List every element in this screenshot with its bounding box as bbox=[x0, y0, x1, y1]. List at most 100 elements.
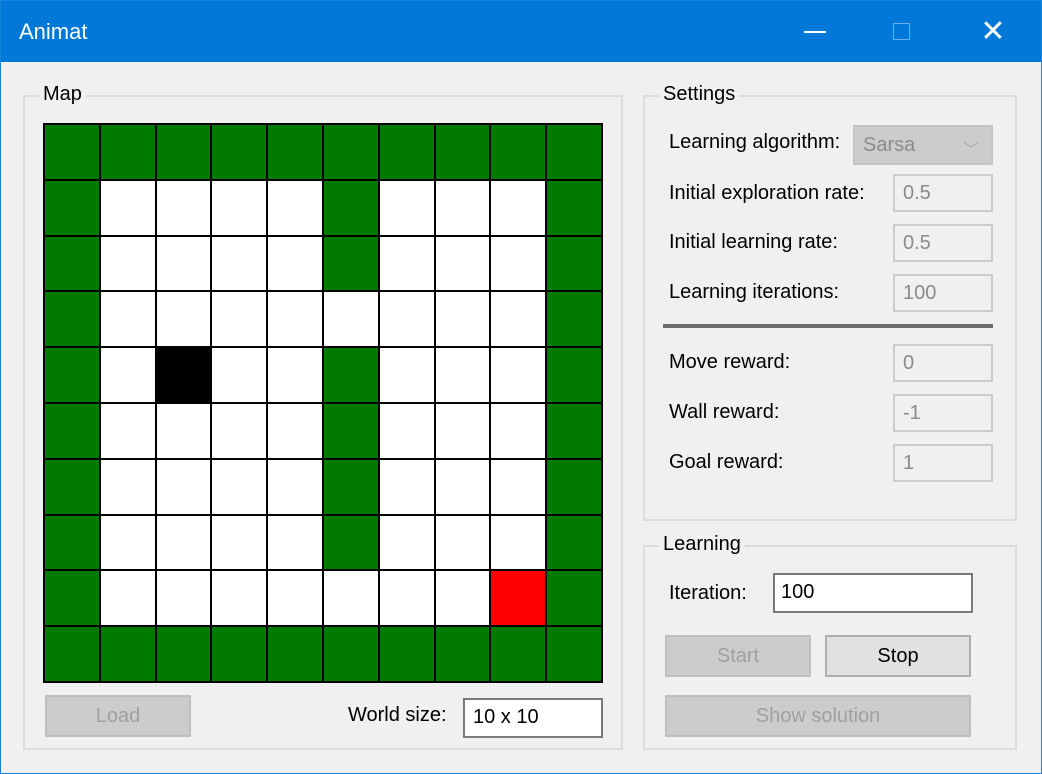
map-cell-wall[interactable] bbox=[212, 627, 267, 681]
map-cell-empty[interactable] bbox=[268, 571, 322, 626]
map-cell-wall[interactable] bbox=[435, 627, 490, 681]
map-cell-wall[interactable] bbox=[547, 292, 601, 347]
map-cell-wall[interactable] bbox=[323, 236, 378, 291]
map-cell-wall[interactable] bbox=[323, 403, 378, 458]
map-cell-empty[interactable] bbox=[212, 180, 267, 235]
map-cell-wall[interactable] bbox=[547, 627, 601, 681]
map-cell-empty[interactable] bbox=[100, 403, 155, 458]
map-cell-empty[interactable] bbox=[435, 403, 490, 458]
map-cell-empty[interactable] bbox=[491, 403, 546, 458]
map-cell-empty[interactable] bbox=[100, 236, 155, 291]
map-cell-empty[interactable] bbox=[156, 292, 211, 347]
map-cell-empty[interactable] bbox=[100, 180, 155, 235]
map-cell-empty[interactable] bbox=[212, 459, 267, 514]
map-cell-wall[interactable] bbox=[45, 236, 99, 291]
map-cell-wall[interactable] bbox=[45, 403, 99, 458]
map-cell-empty[interactable] bbox=[323, 571, 378, 626]
map-cell-empty[interactable] bbox=[268, 348, 322, 402]
initial-learning-rate-field[interactable]: 0.5 bbox=[893, 224, 993, 262]
map-cell-empty[interactable] bbox=[491, 236, 546, 291]
map-cell-wall[interactable] bbox=[268, 627, 322, 681]
map-cell-empty[interactable] bbox=[100, 515, 155, 570]
map-cell-empty[interactable] bbox=[435, 459, 490, 514]
map-cell-wall[interactable] bbox=[547, 459, 601, 514]
map-cell-empty[interactable] bbox=[435, 292, 490, 347]
map-cell-wall[interactable] bbox=[379, 627, 434, 681]
map-cell-empty[interactable] bbox=[156, 180, 211, 235]
map-cell-wall[interactable] bbox=[323, 180, 378, 235]
map-cell-wall[interactable] bbox=[100, 125, 155, 179]
map-cell-wall[interactable] bbox=[45, 180, 99, 235]
map-cell-wall[interactable] bbox=[323, 125, 378, 179]
map-cell-wall[interactable] bbox=[45, 125, 99, 179]
map-cell-empty[interactable] bbox=[491, 459, 546, 514]
map-cell-empty[interactable] bbox=[379, 180, 434, 235]
map-cell-agent[interactable] bbox=[156, 348, 211, 402]
map-cell-goal[interactable] bbox=[491, 571, 546, 626]
stop-button[interactable]: Stop bbox=[825, 635, 971, 677]
map-cell-empty[interactable] bbox=[435, 571, 490, 626]
map-cell-empty[interactable] bbox=[379, 348, 434, 402]
map-cell-empty[interactable] bbox=[156, 236, 211, 291]
map-cell-wall[interactable] bbox=[491, 125, 546, 179]
map-cell-wall[interactable] bbox=[547, 348, 601, 402]
iteration-field[interactable]: 100 bbox=[773, 573, 973, 613]
map-cell-empty[interactable] bbox=[435, 515, 490, 570]
map-cell-empty[interactable] bbox=[379, 292, 434, 347]
map-cell-empty[interactable] bbox=[100, 459, 155, 514]
map-cell-empty[interactable] bbox=[212, 348, 267, 402]
load-button[interactable]: Load bbox=[45, 695, 191, 737]
map-cell-wall[interactable] bbox=[547, 180, 601, 235]
map-cell-wall[interactable] bbox=[45, 571, 99, 626]
title-bar[interactable]: Animat ✕ bbox=[1, 1, 1041, 62]
map-cell-wall[interactable] bbox=[547, 236, 601, 291]
map-cell-empty[interactable] bbox=[379, 403, 434, 458]
map-cell-wall[interactable] bbox=[547, 403, 601, 458]
learning-iterations-field[interactable]: 100 bbox=[893, 274, 993, 312]
goal-reward-field[interactable]: 1 bbox=[893, 444, 993, 482]
map-cell-wall[interactable] bbox=[547, 515, 601, 570]
map-cell-empty[interactable] bbox=[491, 515, 546, 570]
map-cell-empty[interactable] bbox=[379, 459, 434, 514]
map-cell-empty[interactable] bbox=[212, 515, 267, 570]
map-grid[interactable] bbox=[43, 123, 603, 683]
start-button[interactable]: Start bbox=[665, 635, 811, 677]
learning-algorithm-select[interactable]: Sarsa ﹀ bbox=[853, 125, 993, 165]
map-cell-empty[interactable] bbox=[100, 292, 155, 347]
map-cell-wall[interactable] bbox=[547, 571, 601, 626]
map-cell-wall[interactable] bbox=[156, 125, 211, 179]
maximize-button[interactable] bbox=[855, 1, 947, 62]
map-cell-wall[interactable] bbox=[212, 125, 267, 179]
map-cell-empty[interactable] bbox=[379, 571, 434, 626]
map-cell-empty[interactable] bbox=[379, 515, 434, 570]
map-cell-empty[interactable] bbox=[100, 571, 155, 626]
map-cell-empty[interactable] bbox=[379, 236, 434, 291]
map-cell-empty[interactable] bbox=[268, 459, 322, 514]
map-cell-wall[interactable] bbox=[323, 459, 378, 514]
map-cell-wall[interactable] bbox=[100, 627, 155, 681]
map-cell-empty[interactable] bbox=[156, 515, 211, 570]
wall-reward-field[interactable]: -1 bbox=[893, 394, 993, 432]
map-cell-wall[interactable] bbox=[268, 125, 322, 179]
world-size-field[interactable]: 10 x 10 bbox=[463, 698, 603, 738]
map-cell-wall[interactable] bbox=[323, 348, 378, 402]
map-cell-wall[interactable] bbox=[435, 125, 490, 179]
map-cell-empty[interactable] bbox=[156, 459, 211, 514]
map-cell-wall[interactable] bbox=[379, 125, 434, 179]
map-cell-wall[interactable] bbox=[45, 348, 99, 402]
initial-exploration-rate-field[interactable]: 0.5 bbox=[893, 174, 993, 212]
map-cell-empty[interactable] bbox=[268, 515, 322, 570]
map-cell-empty[interactable] bbox=[435, 348, 490, 402]
map-cell-empty[interactable] bbox=[212, 403, 267, 458]
map-cell-empty[interactable] bbox=[156, 403, 211, 458]
show-solution-button[interactable]: Show solution bbox=[665, 695, 971, 737]
move-reward-field[interactable]: 0 bbox=[893, 344, 993, 382]
map-cell-wall[interactable] bbox=[491, 627, 546, 681]
map-cell-wall[interactable] bbox=[45, 627, 99, 681]
map-cell-wall[interactable] bbox=[323, 627, 378, 681]
map-cell-empty[interactable] bbox=[323, 292, 378, 347]
map-cell-empty[interactable] bbox=[100, 348, 155, 402]
map-cell-empty[interactable] bbox=[212, 292, 267, 347]
map-cell-wall[interactable] bbox=[156, 627, 211, 681]
map-cell-empty[interactable] bbox=[435, 236, 490, 291]
